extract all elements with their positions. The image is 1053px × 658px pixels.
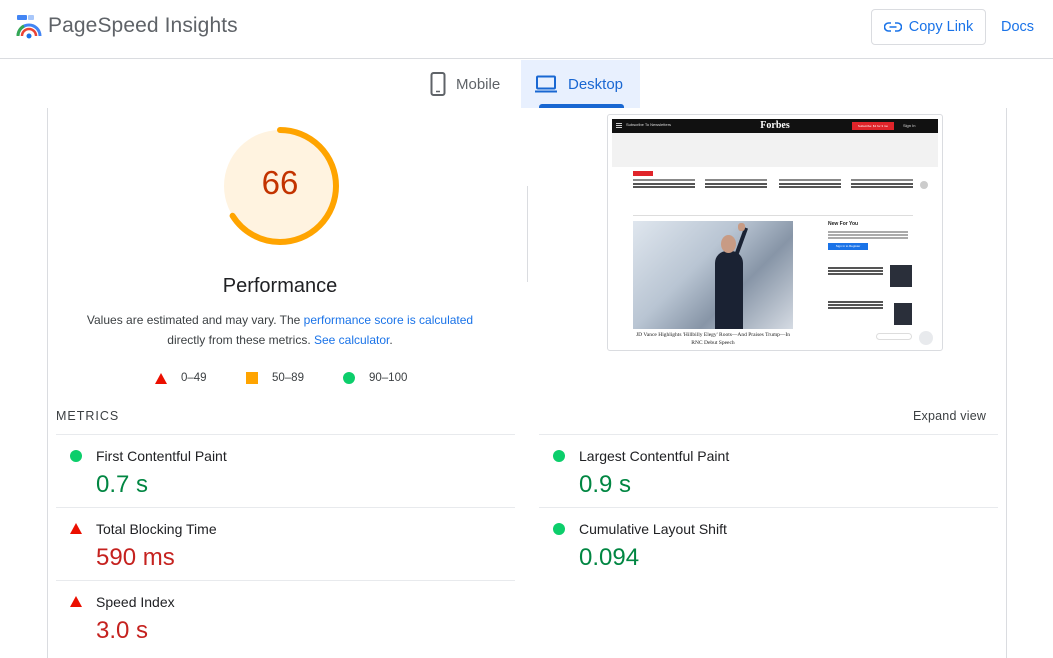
copy-link-button[interactable]: Copy Link — [871, 9, 986, 45]
metric-cumulative-layout-shift: Cumulative Layout Shift 0.094 — [539, 509, 969, 581]
subscribe-button: Subscribe: $1 for 3 mo — [852, 122, 894, 130]
sidebar-thumb-1 — [890, 265, 912, 287]
metric-name: Cumulative Layout Shift — [579, 521, 727, 537]
final-screenshot: Subscribe To Newsletters Forbes Subscrib… — [607, 114, 943, 351]
expand-view-button[interactable]: Expand view — [913, 409, 986, 423]
docs-link[interactable]: Docs — [1001, 19, 1034, 35]
mobile-phone-icon — [430, 72, 446, 96]
metric-value: 0.094 — [579, 544, 640, 571]
tab-desktop-label: Desktop — [567, 75, 624, 93]
see-calculator-link[interactable]: See calculator — [314, 333, 389, 347]
headline-strip — [633, 179, 928, 193]
recaptcha-badge — [919, 331, 933, 345]
fail-triangle-icon — [155, 372, 167, 384]
legend-fail-label: 0–49 — [181, 372, 207, 384]
sidebar-register-button: Sign in to Register — [828, 243, 868, 250]
article-headline: JD Vance Highlights 'Hillbilly Elegy' Ro… — [636, 332, 790, 345]
top-bar: PageSpeed Insights Copy Link Docs — [0, 0, 1053, 59]
legend-average: 50–89 — [246, 371, 304, 385]
performance-title: Performance — [222, 275, 338, 297]
sidebar-title: New For You — [828, 221, 859, 227]
metrics-divider — [56, 507, 515, 508]
metric-total-blocking-time: Total Blocking Time 590 ms — [56, 509, 486, 581]
legend-average-label: 50–89 — [272, 372, 304, 384]
smart-shuffle-button — [876, 333, 912, 340]
pass-circle-icon — [553, 450, 565, 462]
tab-mobile[interactable]: Mobile — [430, 60, 520, 108]
performance-note: Values are estimated and may vary. The p… — [60, 311, 500, 350]
metrics-divider — [56, 434, 515, 435]
metrics-divider — [539, 434, 998, 435]
legend-pass-label: 90–100 — [369, 372, 408, 384]
fail-triangle-icon — [70, 596, 82, 607]
note-text-3: . — [389, 332, 393, 347]
tab-desktop[interactable]: Desktop — [521, 60, 640, 108]
pagespeed-logo-icon — [16, 15, 42, 39]
device-tabs: Mobile Desktop — [0, 60, 1053, 108]
fail-triangle-icon — [70, 523, 82, 534]
note-text-1: Values are estimated and may vary. The — [86, 313, 304, 327]
sidebar-thumb-2 — [894, 303, 912, 325]
ad-banner — [612, 133, 938, 167]
copy-link-label: Copy Link — [908, 19, 974, 35]
average-square-icon — [246, 372, 258, 384]
tab-mobile-label: Mobile — [456, 75, 501, 93]
laptop-icon — [534, 75, 557, 93]
performance-score-value: 66 — [261, 164, 299, 201]
metrics-divider — [56, 580, 515, 581]
legend-fail: 0–49 — [155, 371, 207, 385]
metric-speed-index: Speed Index 3.0 s — [56, 582, 486, 654]
vertical-divider — [527, 186, 528, 282]
pass-circle-icon — [343, 372, 355, 384]
metric-name: Total Blocking Time — [96, 521, 217, 537]
hero-image — [633, 221, 793, 329]
note-text-2: directly from these metrics. — [167, 332, 314, 347]
metric-value: 0.7 s — [96, 471, 149, 498]
performance-score-link[interactable]: performance score is calculated — [304, 313, 473, 327]
metric-name: Largest Contentful Paint — [579, 448, 730, 464]
metric-name: Speed Index — [96, 594, 175, 610]
metric-largest-contentful-paint: Largest Contentful Paint 0.9 s — [539, 436, 969, 508]
sign-in-link: Sign In — [903, 123, 916, 128]
pass-circle-icon — [70, 450, 82, 462]
section-divider — [633, 215, 913, 216]
metric-value: 3.0 s — [96, 617, 149, 644]
metrics-section-label: METRICS — [56, 409, 120, 423]
metric-first-contentful-paint: First Contentful Paint 0.7 s — [56, 436, 486, 508]
breaking-tag — [633, 171, 653, 176]
metric-value: 0.9 s — [579, 471, 632, 498]
metric-value: 590 ms — [96, 544, 175, 571]
screenshot-content: Subscribe To Newsletters Forbes Subscrib… — [612, 119, 938, 345]
link-icon — [883, 22, 902, 32]
metric-name: First Contentful Paint — [96, 448, 227, 464]
metrics-divider — [539, 507, 998, 508]
legend-pass: 90–100 — [343, 371, 407, 385]
app-title: PageSpeed Insights — [48, 14, 238, 37]
pass-circle-icon — [553, 523, 565, 535]
